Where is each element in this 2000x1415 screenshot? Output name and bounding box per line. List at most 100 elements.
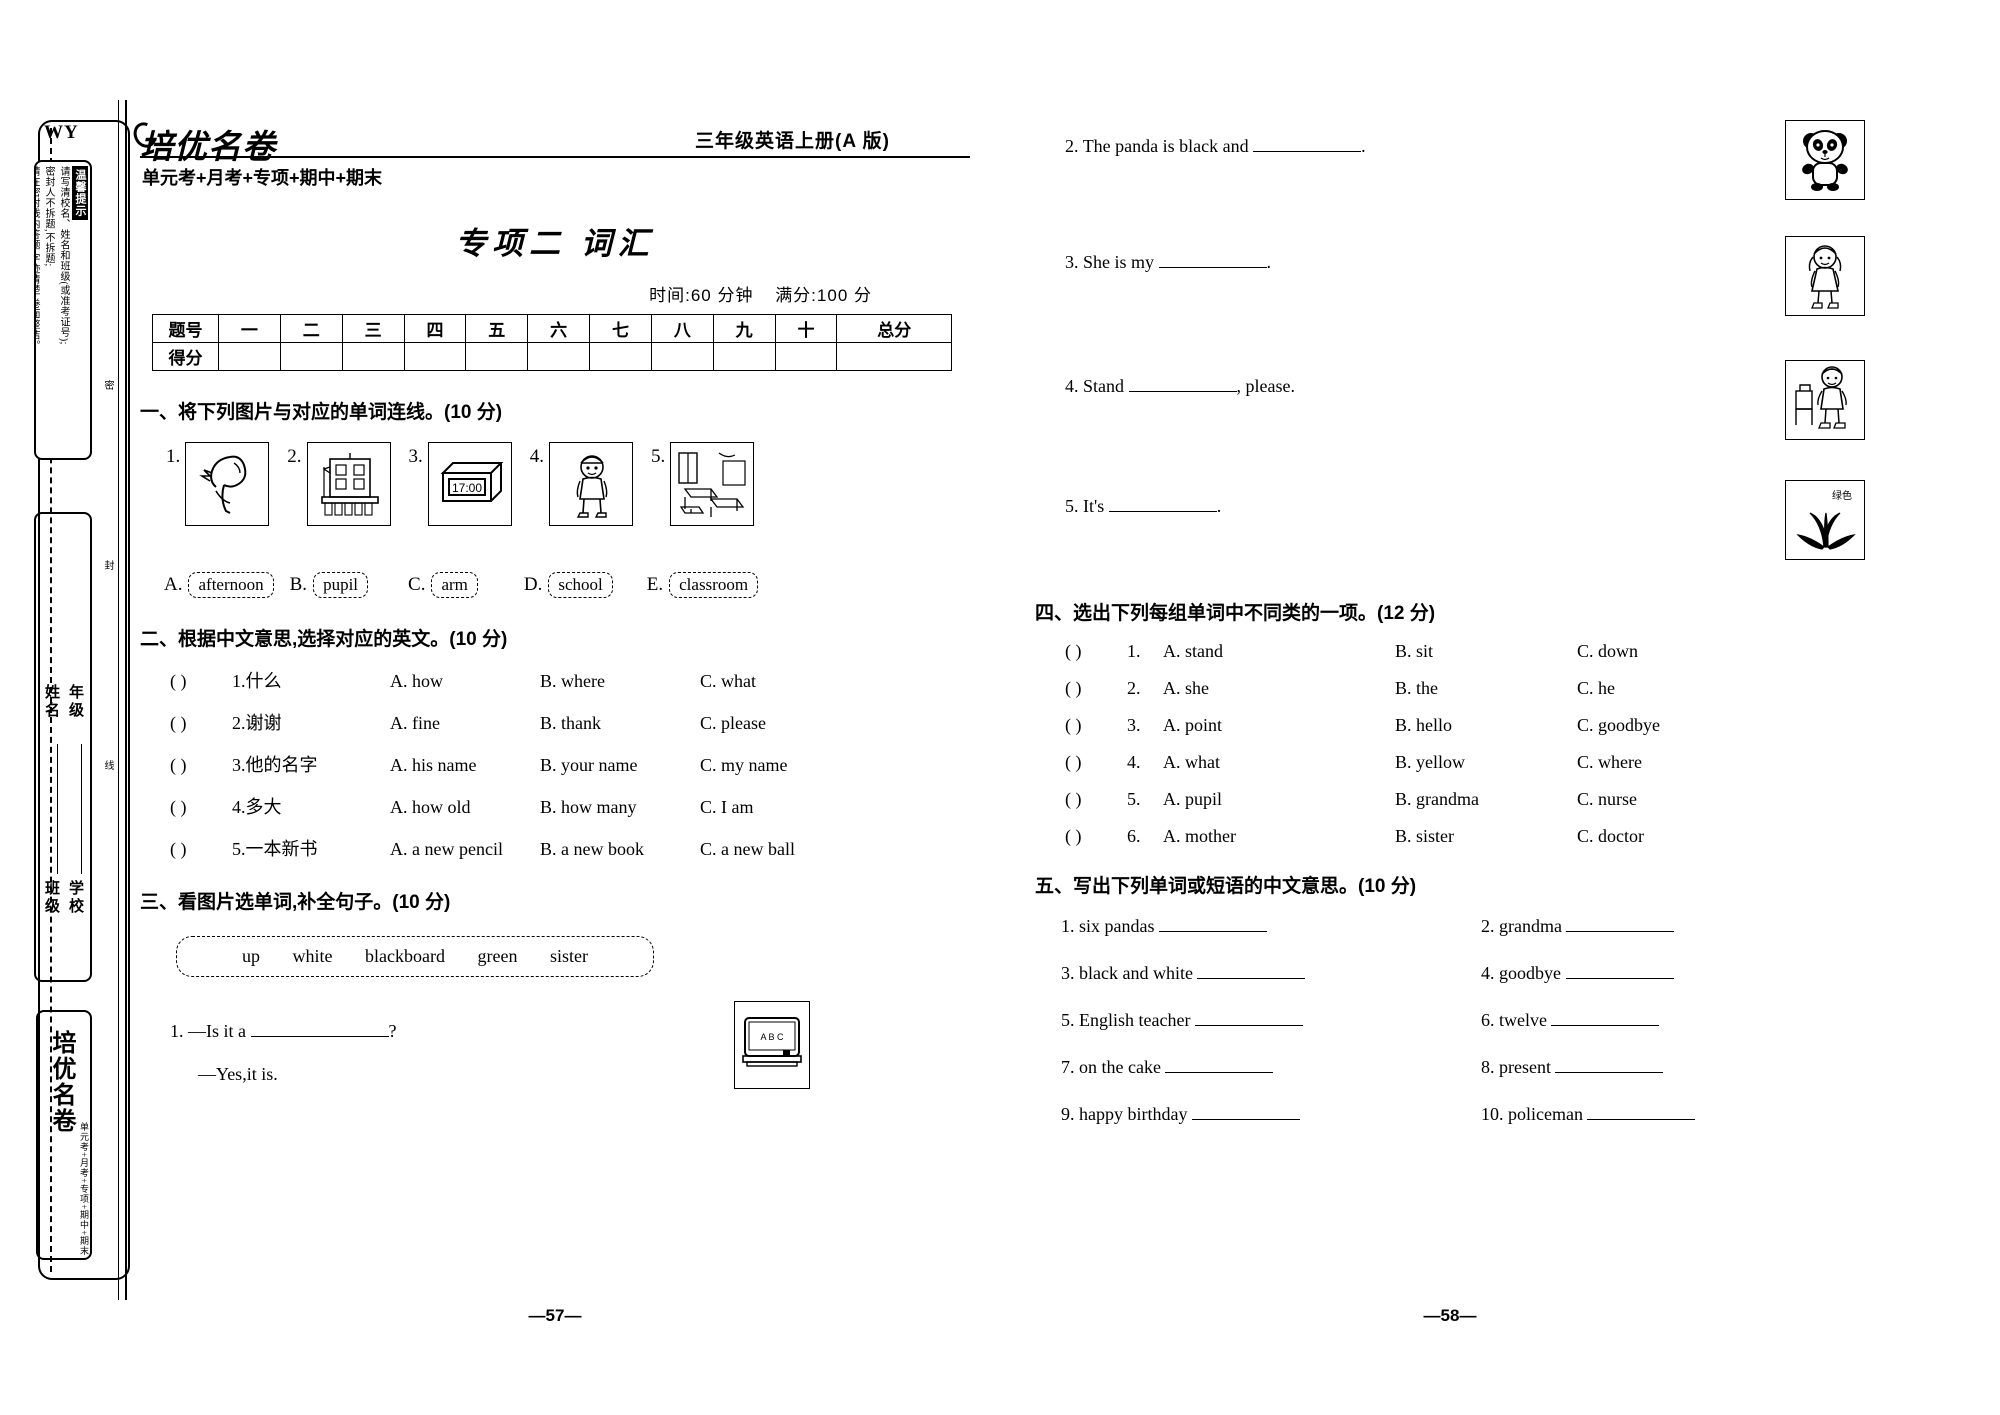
option-a[interactable]: A. she — [1163, 678, 1395, 699]
answer-bracket[interactable]: ( ) — [1065, 641, 1127, 662]
list-item: ( ) 3.他的名字 A. his name B. your name C. m… — [170, 751, 970, 777]
option-a[interactable]: A. how old — [390, 797, 540, 818]
answer-bracket[interactable]: ( ) — [170, 713, 232, 734]
score-cell[interactable] — [341, 342, 405, 371]
option-c[interactable]: C. a new ball — [700, 839, 795, 860]
answer-blank[interactable] — [1253, 151, 1362, 152]
translate-item: 7. on the cake — [1061, 1057, 1481, 1078]
option-c[interactable]: C. doctor — [1577, 826, 1644, 847]
option-b[interactable]: B. hello — [1395, 715, 1577, 736]
score-col-total: 总分 — [836, 314, 952, 343]
bank-word[interactable]: white — [293, 946, 333, 966]
answer-bracket[interactable]: ( ) — [170, 755, 232, 776]
answer-bracket[interactable]: ( ) — [1065, 789, 1127, 810]
item-number: 1. — [1127, 641, 1141, 661]
option-a[interactable]: A. pupil — [1163, 789, 1395, 810]
option-c[interactable]: C. down — [1577, 641, 1638, 662]
score-cell[interactable] — [403, 342, 467, 371]
option-a[interactable]: A. fine — [390, 713, 540, 734]
choice-word[interactable]: school — [548, 572, 613, 598]
score-cell[interactable] — [650, 342, 714, 371]
list-item: ( ) 5.一本新书 A. a new pencil B. a new book… — [170, 835, 970, 861]
option-c[interactable]: C. please — [700, 713, 766, 734]
option-b[interactable]: B. yellow — [1395, 752, 1577, 773]
answer-blank[interactable] — [1566, 931, 1675, 932]
option-b[interactable]: B. grandma — [1395, 789, 1577, 810]
option-b[interactable]: B. the — [1395, 678, 1577, 699]
choice-word[interactable]: pupil — [313, 572, 369, 598]
score-cell[interactable] — [465, 342, 529, 371]
answer-bracket[interactable]: ( ) — [1065, 678, 1127, 699]
answer-blank[interactable] — [1159, 931, 1267, 932]
answer-blank[interactable] — [1158, 267, 1267, 268]
option-b[interactable]: B. thank — [540, 713, 700, 734]
section-1-word-choices: A. afternoon B. pupil C. arm D. school E… — [164, 572, 970, 598]
translate-item: 3. black and white — [1061, 963, 1481, 984]
option-a[interactable]: A. stand — [1163, 641, 1395, 662]
score-cell[interactable] — [527, 342, 591, 371]
answer-blank[interactable] — [1128, 391, 1237, 392]
picture-item: 5. — [651, 442, 755, 526]
answer-blank[interactable] — [1165, 1072, 1274, 1073]
answer-bracket[interactable]: ( ) — [1065, 826, 1127, 847]
choice-word[interactable]: classroom — [669, 572, 759, 598]
option-a[interactable]: A. his name — [390, 755, 540, 776]
option-a[interactable]: A. what — [1163, 752, 1395, 773]
answer-blank[interactable] — [1191, 1119, 1300, 1120]
bank-word[interactable]: blackboard — [365, 946, 445, 966]
answer-blank[interactable] — [1551, 1025, 1660, 1026]
table-row: 题号 一 二 三 四 五 六 七 八 九 十 总分 — [152, 314, 952, 343]
option-b[interactable]: B. sit — [1395, 641, 1577, 662]
option-c[interactable]: C. I am — [700, 797, 754, 818]
choice-word[interactable]: afternoon — [188, 572, 274, 598]
option-c[interactable]: C. goodbye — [1577, 715, 1660, 736]
answer-blank[interactable] — [1565, 978, 1674, 979]
option-c[interactable]: C. nurse — [1577, 789, 1637, 810]
score-cell[interactable] — [836, 342, 952, 371]
section-2-items: ( ) 1.什么 A. how B. where C. what ( ) 2.谢… — [170, 667, 970, 861]
option-a[interactable]: A. mother — [1163, 826, 1395, 847]
answer-blank[interactable] — [250, 1036, 389, 1037]
bank-word[interactable]: up — [242, 946, 260, 966]
option-a[interactable]: A. a new pencil — [390, 839, 540, 860]
option-a[interactable]: A. how — [390, 671, 540, 692]
score-cell[interactable] — [279, 342, 343, 371]
answer-blank[interactable] — [1587, 1119, 1696, 1120]
option-b[interactable]: B. a new book — [540, 839, 700, 860]
score-cell[interactable] — [712, 342, 776, 371]
choice-word[interactable]: arm — [431, 572, 478, 598]
score-cell[interactable] — [589, 342, 652, 371]
answer-blank[interactable] — [1194, 1025, 1303, 1026]
option-b[interactable]: B. your name — [540, 755, 700, 776]
item-text: 3. black and white — [1061, 963, 1193, 983]
answer-bracket[interactable]: ( ) — [1065, 752, 1127, 773]
list-item: ( ) 2. A. she B. the C. he — [1065, 678, 1865, 699]
score-cell[interactable] — [218, 342, 281, 371]
item-text: 4. goodbye — [1481, 963, 1561, 983]
answer-bracket[interactable]: ( ) — [170, 671, 232, 692]
bank-word[interactable]: sister — [550, 946, 588, 966]
field-line-class[interactable] — [57, 814, 58, 874]
option-c[interactable]: C. what — [700, 671, 756, 692]
answer-bracket[interactable]: ( ) — [170, 839, 232, 860]
answer-blank[interactable] — [1197, 978, 1306, 979]
item-number: 3. — [232, 755, 246, 775]
translate-item: 9. happy birthday — [1061, 1104, 1481, 1125]
option-b[interactable]: B. how many — [540, 797, 700, 818]
item-number: 6. — [1127, 826, 1141, 846]
score-cell[interactable] — [774, 342, 838, 371]
field-line-school[interactable] — [81, 814, 82, 874]
bank-word[interactable]: green — [477, 946, 517, 966]
answer-blank[interactable] — [1555, 1072, 1664, 1073]
answer-bracket[interactable]: ( ) — [170, 797, 232, 818]
option-b[interactable]: B. where — [540, 671, 700, 692]
choice-letter: B. — [289, 574, 308, 595]
section-3-item-4: 4. Stand , please. — [1035, 360, 1865, 480]
option-c[interactable]: C. where — [1577, 752, 1642, 773]
option-c[interactable]: C. he — [1577, 678, 1615, 699]
option-a[interactable]: A. point — [1163, 715, 1395, 736]
answer-bracket[interactable]: ( ) — [1065, 715, 1127, 736]
answer-blank[interactable] — [1108, 511, 1217, 512]
option-b[interactable]: B. sister — [1395, 826, 1577, 847]
option-c[interactable]: C. my name — [700, 755, 788, 776]
